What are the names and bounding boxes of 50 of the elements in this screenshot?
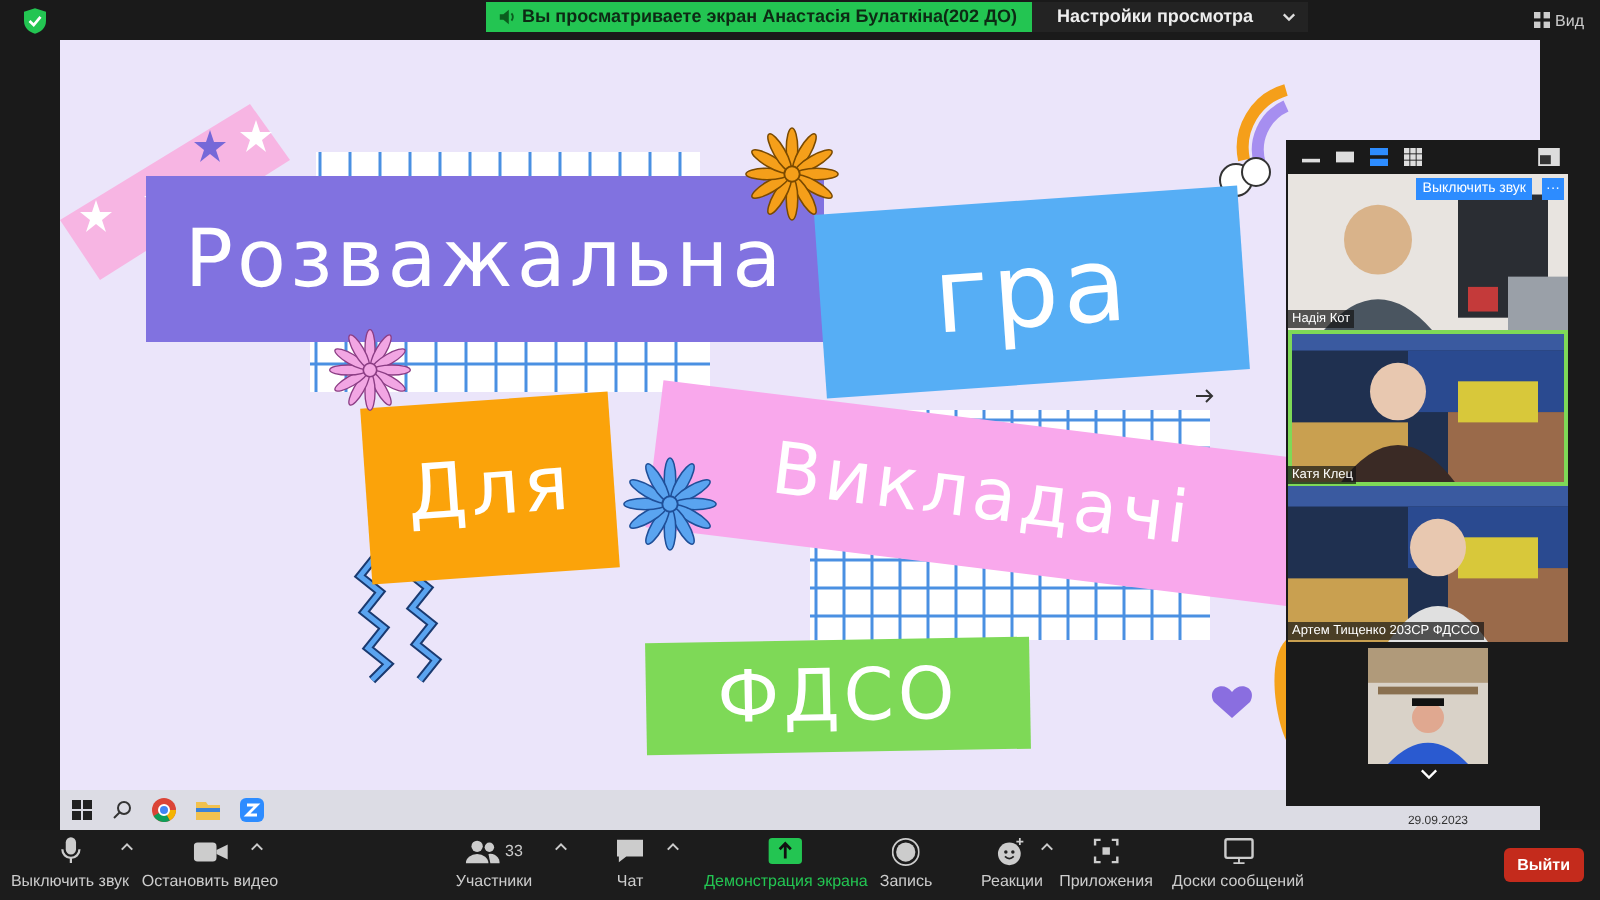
view-options-button[interactable]: Настройки просмотра bbox=[1032, 1, 1308, 31]
toolbar-button[interactable]: Запись bbox=[879, 836, 933, 890]
caret-icon bbox=[1281, 11, 1296, 21]
title-word: Розважальна bbox=[146, 176, 824, 342]
title-word: гра bbox=[814, 185, 1250, 399]
title-word: ФДСО bbox=[645, 636, 1031, 756]
shield-icon[interactable] bbox=[24, 7, 46, 33]
layout-button[interactable] bbox=[1370, 148, 1388, 166]
exit-fullscreen-icon[interactable] bbox=[1538, 148, 1560, 166]
toolbar-button[interactable]: Чат bbox=[615, 836, 645, 890]
toolbar-button[interactable]: Реакции bbox=[981, 836, 1043, 890]
title-word: Для bbox=[360, 391, 620, 585]
speaker-icon bbox=[498, 7, 516, 25]
arrow-icon bbox=[1195, 389, 1214, 403]
caret-icon[interactable] bbox=[554, 842, 568, 852]
reactions-icon bbox=[998, 836, 1026, 866]
flower-drawing bbox=[328, 328, 412, 412]
flower-drawing bbox=[622, 456, 718, 552]
heart-icon bbox=[1212, 686, 1252, 718]
toolbar-button[interactable]: 33 Участники bbox=[455, 836, 533, 890]
caret-icon[interactable] bbox=[1040, 842, 1054, 852]
layout-button[interactable] bbox=[1336, 148, 1354, 166]
view-button[interactable]: Вид bbox=[1533, 11, 1584, 29]
video-call-icon[interactable] bbox=[240, 798, 264, 822]
caret-icon[interactable] bbox=[250, 842, 264, 852]
whiteboards-icon bbox=[1223, 836, 1253, 866]
sticker-drawing bbox=[1274, 640, 1286, 740]
record-icon bbox=[892, 836, 920, 866]
browser-icon[interactable] bbox=[152, 798, 176, 822]
flower-drawing bbox=[744, 126, 840, 222]
toolbar-button[interactable]: Выключить звук bbox=[10, 836, 130, 890]
layout-button[interactable] bbox=[1404, 148, 1422, 166]
toolbar-button[interactable]: Доски сообщений bbox=[1172, 836, 1304, 890]
rainbow-drawing bbox=[1219, 84, 1289, 197]
windows-icon[interactable] bbox=[72, 800, 92, 820]
search-icon[interactable] bbox=[112, 800, 132, 820]
share-icon bbox=[769, 836, 803, 866]
toolbar-button[interactable]: Приложения bbox=[1059, 836, 1153, 890]
leave-button[interactable]: Выйти bbox=[1503, 848, 1584, 882]
grid-icon bbox=[1533, 12, 1550, 28]
caret-icon[interactable] bbox=[120, 842, 134, 852]
toolbar-button[interactable]: Демонстрация экрана bbox=[704, 836, 868, 890]
mic-icon bbox=[58, 836, 82, 866]
folder-icon[interactable] bbox=[196, 800, 220, 820]
caret-icon[interactable] bbox=[666, 842, 680, 852]
chevron-down-icon[interactable] bbox=[1419, 768, 1437, 780]
chat-icon bbox=[615, 836, 645, 866]
toolbar-button[interactable]: Остановить видео bbox=[141, 836, 279, 890]
sharing-notice: Вы просматриваете экран Анастасія Булаткіна(202 ДО) bbox=[486, 1, 1033, 31]
apps-icon bbox=[1093, 836, 1119, 866]
